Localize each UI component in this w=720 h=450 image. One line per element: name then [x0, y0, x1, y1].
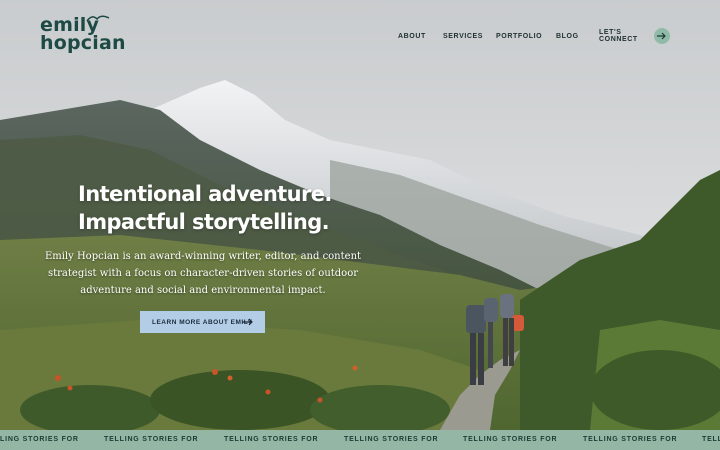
hero-intro-text: Emily Hopcian is an award-winning writer… [44, 251, 362, 296]
headline-line2: Impactful storytelling. [78, 210, 330, 234]
learn-more-label: LEARN MORE ABOUT EMILY [152, 318, 253, 326]
nav-services[interactable]: SERVICES [443, 33, 483, 40]
hero-section: emily hopcian ABOUT SERVICES PORTFOLIO B… [0, 0, 720, 430]
headline-line1: Intentional adventure. [78, 182, 332, 206]
nav-blog[interactable]: BLOG [556, 33, 579, 40]
arrow-right-icon [242, 318, 253, 326]
site-logo[interactable]: emily hopcian [40, 15, 126, 54]
ticker-item: TELLING STORIES FOR [224, 436, 319, 443]
ticker-item: TELLING STORIES FOR [344, 436, 439, 443]
nav-about[interactable]: ABOUT [398, 33, 426, 40]
nav-lets-connect[interactable]: LET'S CONNECT [599, 29, 638, 43]
arrow-right-icon [657, 32, 666, 40]
hero-headline: Intentional adventure. Impactful storyte… [78, 180, 378, 236]
ticker-item: LING STORIES FOR [0, 436, 79, 443]
connect-arrow-button[interactable] [654, 28, 670, 44]
ticker-item: TELLING STORIES FOR [583, 436, 678, 443]
nav-portfolio[interactable]: PORTFOLIO [496, 33, 542, 40]
ticker-item: TELLING STORIES FOR [702, 436, 720, 443]
bird-icon [86, 15, 110, 22]
learn-more-button[interactable]: LEARN MORE ABOUT EMILY [140, 311, 265, 333]
logo-text-line2: hopcian [40, 32, 126, 54]
ticker-item: TELLING STORIES FOR [104, 436, 199, 443]
ticker-item: TELLING STORIES FOR [463, 436, 558, 443]
stories-ticker: LING STORIES FOR TELLING STORIES FOR TEL… [0, 430, 720, 450]
